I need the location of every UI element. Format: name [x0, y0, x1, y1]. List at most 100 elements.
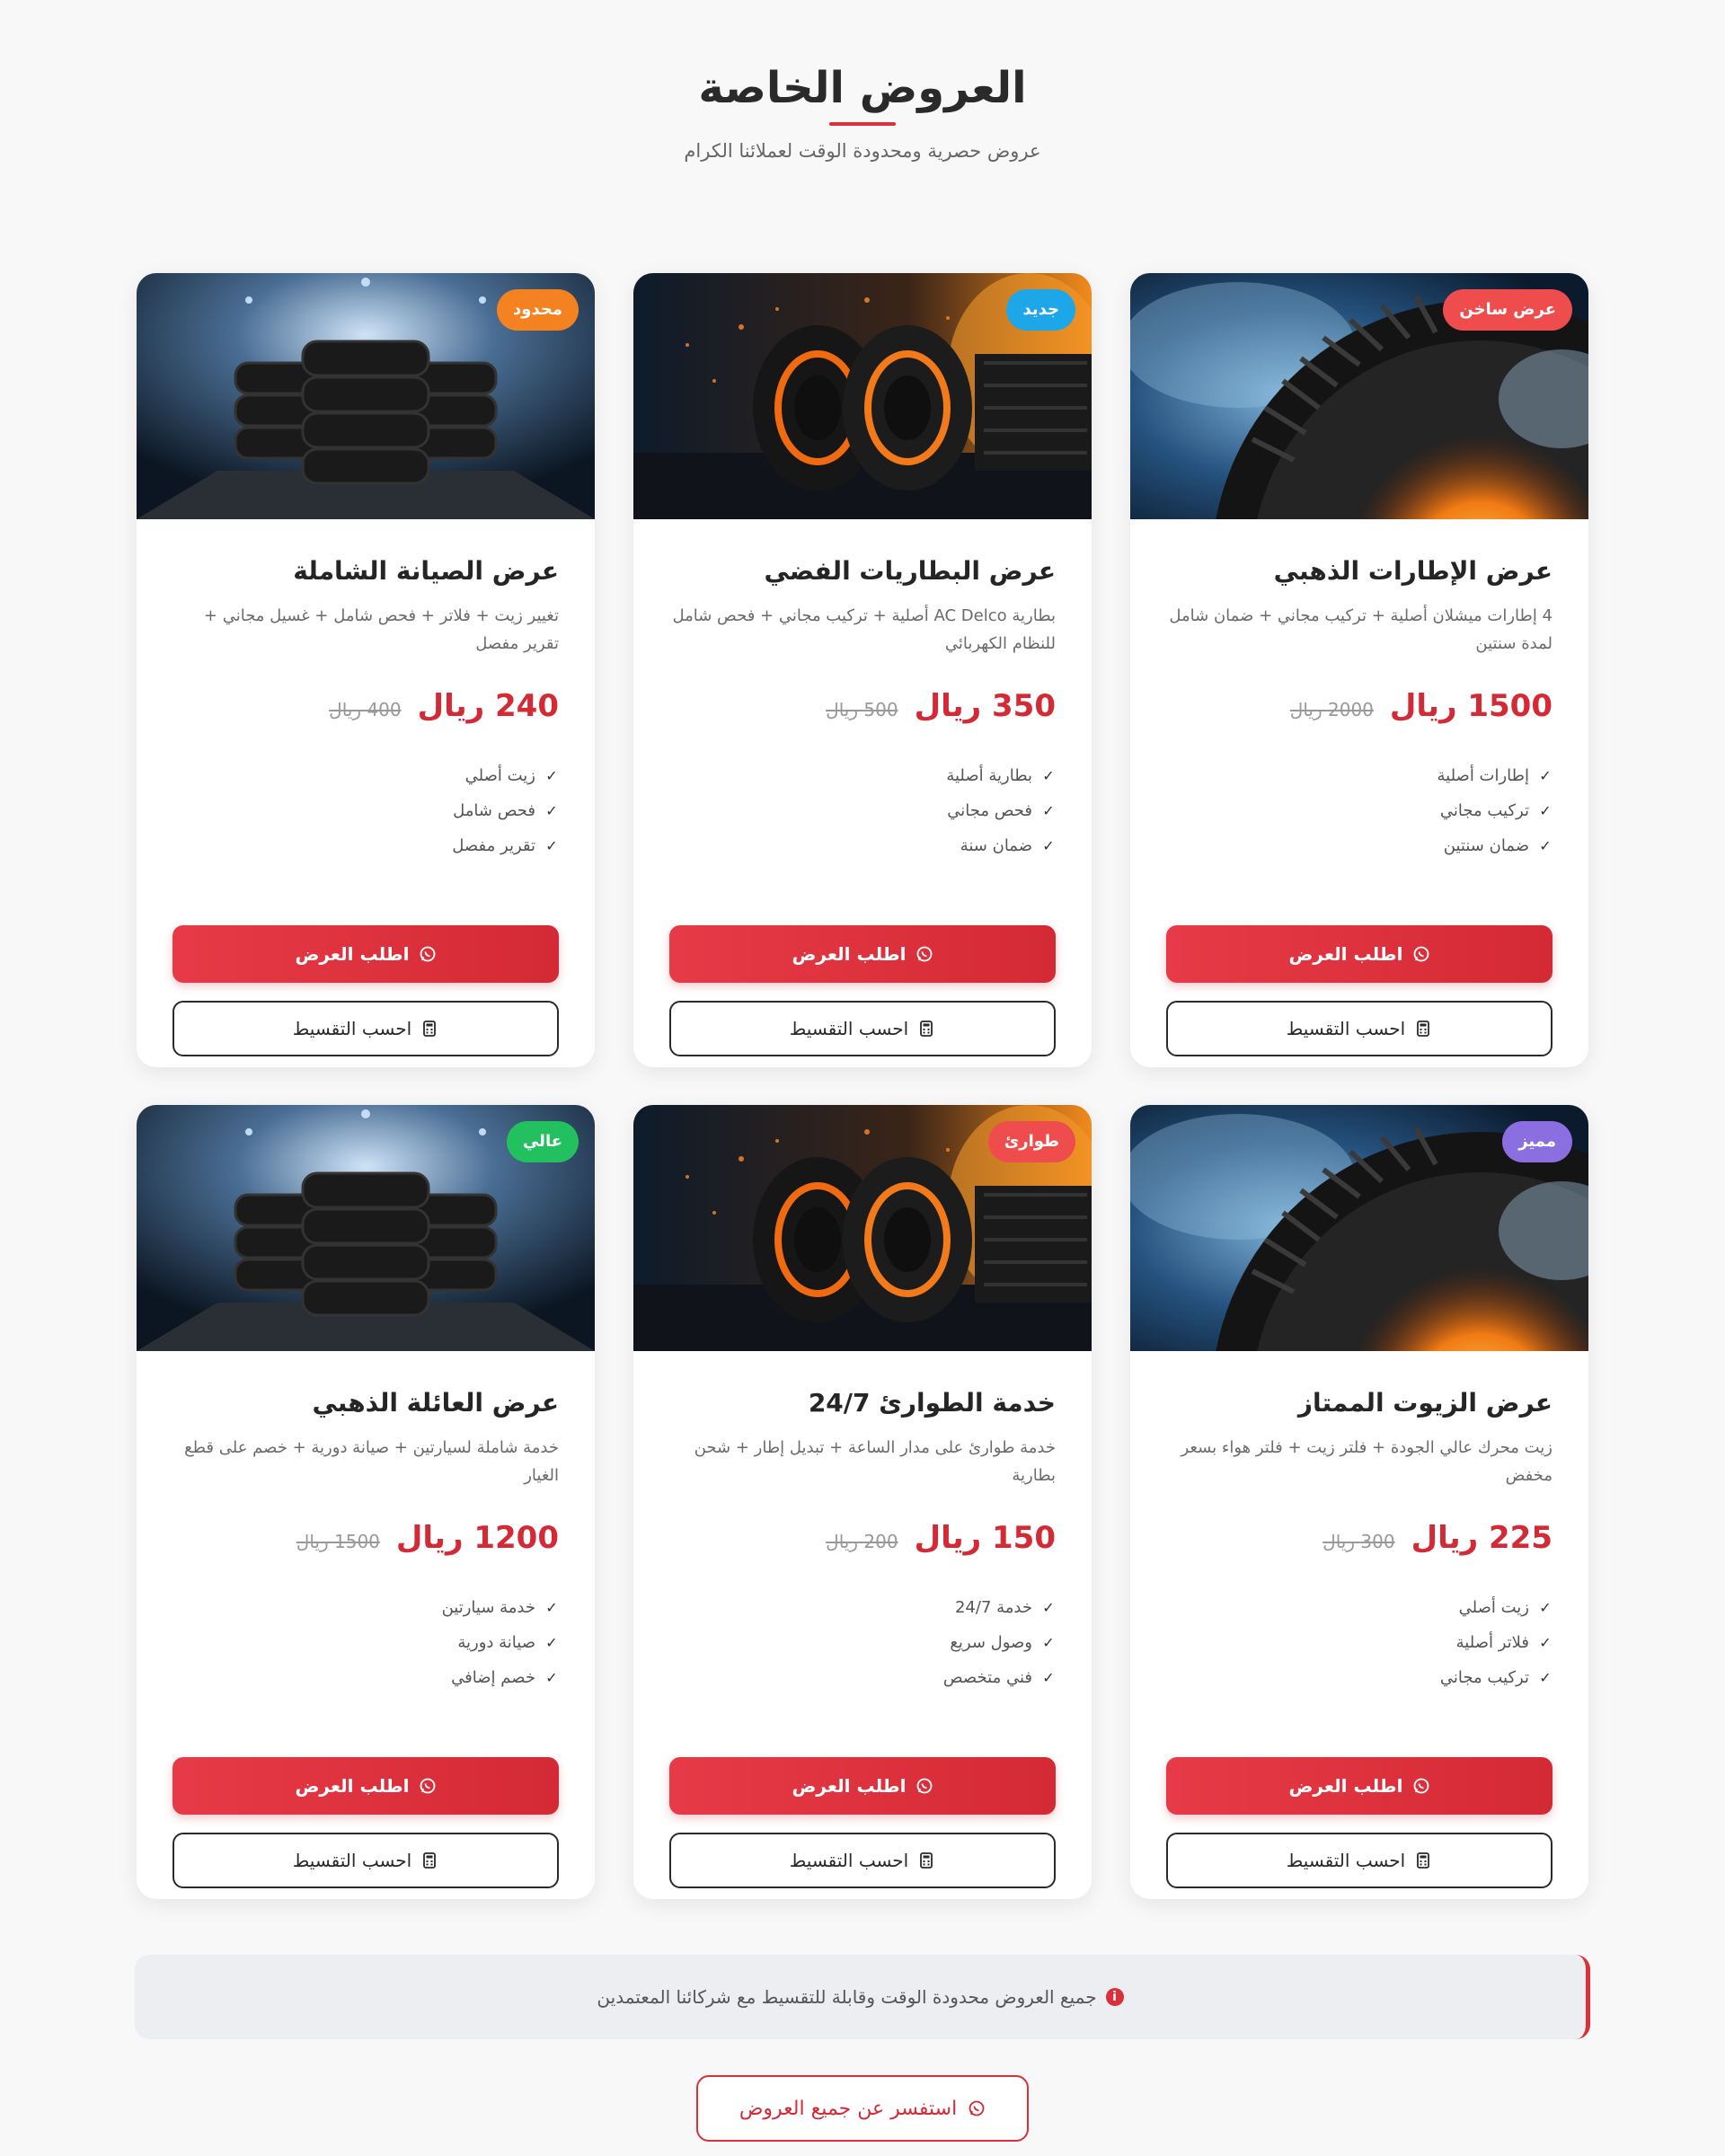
- order-offer-button[interactable]: اطلب العرض: [172, 925, 559, 983]
- feature-item: ✓ ضمان سنة: [669, 828, 1056, 863]
- offer-price: 1500 ريال 2000 ريال: [1166, 685, 1552, 731]
- whatsapp-icon: [916, 946, 932, 962]
- offer-image-tire-stack: عالي: [137, 1105, 595, 1351]
- offer-features: ✓ زيت أصلي ✓ فلاتر أصلية ✓ تركيب مجاني: [1166, 1590, 1552, 1695]
- offer-card: مميز عرض الزيوت الممتاز زيت محرك عالي ال…: [1130, 1105, 1588, 1899]
- offer-image-tires-glow: جديد: [633, 273, 1092, 519]
- offer-description: زيت محرك عالي الجودة + فلتر زيت + فلتر ه…: [1181, 1438, 1552, 1485]
- offer-card: عالي عرض العائلة الذهبي خدمة شاملة لسيار…: [137, 1105, 595, 1899]
- feature-item: ✓ تركيب مجاني: [1166, 793, 1552, 828]
- offer-new-price: 350 ريال: [914, 688, 1056, 724]
- check-icon: ✓: [545, 802, 558, 819]
- offer-price: 150 ريال 200 ريال: [669, 1516, 1056, 1563]
- whatsapp-icon: [1413, 1778, 1429, 1794]
- whatsapp-icon: [969, 2100, 985, 2116]
- calculate-installment-button[interactable]: احسب التقسيط: [1166, 1833, 1552, 1888]
- order-offer-button[interactable]: اطلب العرض: [669, 925, 1056, 983]
- check-icon: ✓: [1042, 1599, 1055, 1616]
- offer-features: ✓ خدمة 24/7 ✓ وصول سريع ✓ فني متخصص: [669, 1590, 1056, 1695]
- offer-new-price: 1500 ريال: [1389, 688, 1552, 724]
- offer-features: ✓ خدمة سيارتين ✓ صيانة دورية ✓ خصم إضافي: [172, 1590, 559, 1695]
- feature-item: ✓ ضمان سنتين: [1166, 828, 1552, 863]
- offer-price: 240 ريال 400 ريال: [172, 685, 559, 731]
- feature-item: ✓ خصم إضافي: [172, 1660, 559, 1695]
- offer-card: محدود عرض الصيانة الشاملة تغيير زيت + فل…: [137, 273, 595, 1067]
- offer-image-tires-glow: طوارئ: [633, 1105, 1092, 1351]
- feature-item: ✓ زيت أصلي: [1166, 1590, 1552, 1625]
- feature-item: ✓ فني متخصص: [669, 1660, 1056, 1695]
- feature-item: ✓ صيانة دورية: [172, 1625, 559, 1660]
- offer-card: عرض ساخن عرض الإطارات الذهبي 4 إطارات مي…: [1130, 273, 1588, 1067]
- check-icon: ✓: [545, 1669, 558, 1686]
- offer-new-price: 225 ريال: [1411, 1520, 1552, 1556]
- offer-image-tire-stack: محدود: [137, 273, 595, 519]
- offer-new-price: 1200 ريال: [395, 1520, 559, 1556]
- calculate-installment-button[interactable]: احسب التقسيط: [172, 1833, 559, 1888]
- offer-card: طوارئ خدمة الطوارئ 24/7 خدمة طوارئ على م…: [633, 1105, 1092, 1899]
- check-icon: ✓: [545, 1599, 558, 1616]
- feature-item: ✓ خدمة سيارتين: [172, 1590, 559, 1625]
- whatsapp-icon: [420, 1778, 435, 1794]
- feature-item: ✓ فحص شامل: [172, 793, 559, 828]
- offer-title: خدمة الطوارئ 24/7: [808, 1388, 1056, 1418]
- calculate-installment-button[interactable]: احسب التقسيط: [1166, 1001, 1552, 1056]
- offer-image-tire-closeup: عرض ساخن: [1130, 273, 1588, 519]
- offer-badge: طوارئ: [987, 1121, 1075, 1162]
- inquire-all-offers-button[interactable]: استفسر عن جميع العروض: [696, 2075, 1029, 2142]
- offer-features: ✓ بطارية أصلية ✓ فحص مجاني ✓ ضمان سنة: [669, 758, 1056, 863]
- check-icon: ✓: [545, 1634, 558, 1651]
- offer-features: ✓ زيت أصلي ✓ فحص شامل ✓ تقرير مفصل: [172, 758, 559, 863]
- check-icon: ✓: [1539, 1634, 1552, 1651]
- notice-text: جميع العروض محدودة الوقت وقابلة للتقسيط …: [597, 1986, 1097, 2008]
- feature-item: ✓ إطارات أصلية: [1166, 758, 1552, 793]
- offer-title: عرض الزيوت الممتاز: [1297, 1388, 1552, 1418]
- check-icon: ✓: [1042, 1634, 1055, 1651]
- offer-description: تغيير زيت + فلاتر + فحص شامل + غسيل مجان…: [203, 606, 559, 653]
- order-offer-button[interactable]: اطلب العرض: [172, 1757, 559, 1815]
- feature-item: ✓ وصول سريع: [669, 1625, 1056, 1660]
- check-icon: ✓: [1042, 837, 1055, 854]
- page-title: العروض الخاصة: [698, 63, 1027, 113]
- check-icon: ✓: [1539, 1599, 1552, 1616]
- order-offer-button[interactable]: اطلب العرض: [1166, 1757, 1552, 1815]
- offer-title: عرض الصيانة الشاملة: [293, 556, 559, 586]
- order-offer-button[interactable]: اطلب العرض: [669, 1757, 1056, 1815]
- offer-title: عرض الإطارات الذهبي: [1273, 556, 1552, 586]
- offer-old-price: 2000 ريال: [1289, 699, 1374, 720]
- feature-item: ✓ فلاتر أصلية: [1166, 1625, 1552, 1660]
- offer-old-price: 300 ريال: [1322, 1531, 1395, 1552]
- order-offer-button[interactable]: اطلب العرض: [1166, 925, 1552, 983]
- offer-price: 350 ريال 500 ريال: [669, 685, 1056, 731]
- offer-description: خدمة طوارئ على مدار الساعة + تبديل إطار …: [694, 1438, 1056, 1485]
- offer-price: 1200 ريال 1500 ريال: [172, 1516, 559, 1563]
- offer-image-tire-closeup: مميز: [1130, 1105, 1588, 1351]
- feature-item: ✓ فحص مجاني: [669, 793, 1056, 828]
- offer-card: جديد عرض البطاريات الفضي بطارية AC Delco…: [633, 273, 1092, 1067]
- page-subtitle: عروض حصرية ومحدودة الوقت لعملائنا الكرام: [684, 140, 1041, 162]
- offer-title: عرض العائلة الذهبي: [312, 1388, 559, 1418]
- calculator-icon: [920, 1852, 933, 1869]
- offer-badge: محدود: [497, 289, 579, 331]
- offer-description: بطارية AC Delco أصلية + تركيب مجاني + فح…: [672, 606, 1056, 653]
- calculator-icon: [920, 1021, 933, 1037]
- check-icon: ✓: [1539, 1669, 1552, 1686]
- offer-features: ✓ إطارات أصلية ✓ تركيب مجاني ✓ ضمان سنتين: [1166, 758, 1552, 863]
- offer-badge: عالي: [506, 1121, 579, 1162]
- whatsapp-icon: [420, 946, 435, 962]
- calculate-installment-button[interactable]: احسب التقسيط: [172, 1001, 559, 1056]
- calculator-icon: [423, 1021, 437, 1037]
- check-icon: ✓: [545, 837, 558, 854]
- calculate-installment-button[interactable]: احسب التقسيط: [669, 1001, 1056, 1056]
- calculator-icon: [1417, 1021, 1430, 1037]
- offer-price: 225 ريال 300 ريال: [1166, 1516, 1552, 1563]
- offer-description: خدمة شاملة لسيارتين + صيانة دورية + خصم …: [184, 1438, 559, 1485]
- section-header: العروض الخاصة عروض حصرية ومحدودة الوقت ل…: [0, 56, 1725, 165]
- offer-badge: عرض ساخن: [1443, 289, 1572, 331]
- calculator-icon: [423, 1852, 437, 1869]
- check-icon: ✓: [1042, 802, 1055, 819]
- whatsapp-icon: [916, 1778, 932, 1794]
- offer-old-price: 500 ريال: [826, 699, 898, 720]
- feature-item: ✓ زيت أصلي: [172, 758, 559, 793]
- feature-item: ✓ خدمة 24/7: [669, 1590, 1056, 1625]
- calculate-installment-button[interactable]: احسب التقسيط: [669, 1833, 1056, 1888]
